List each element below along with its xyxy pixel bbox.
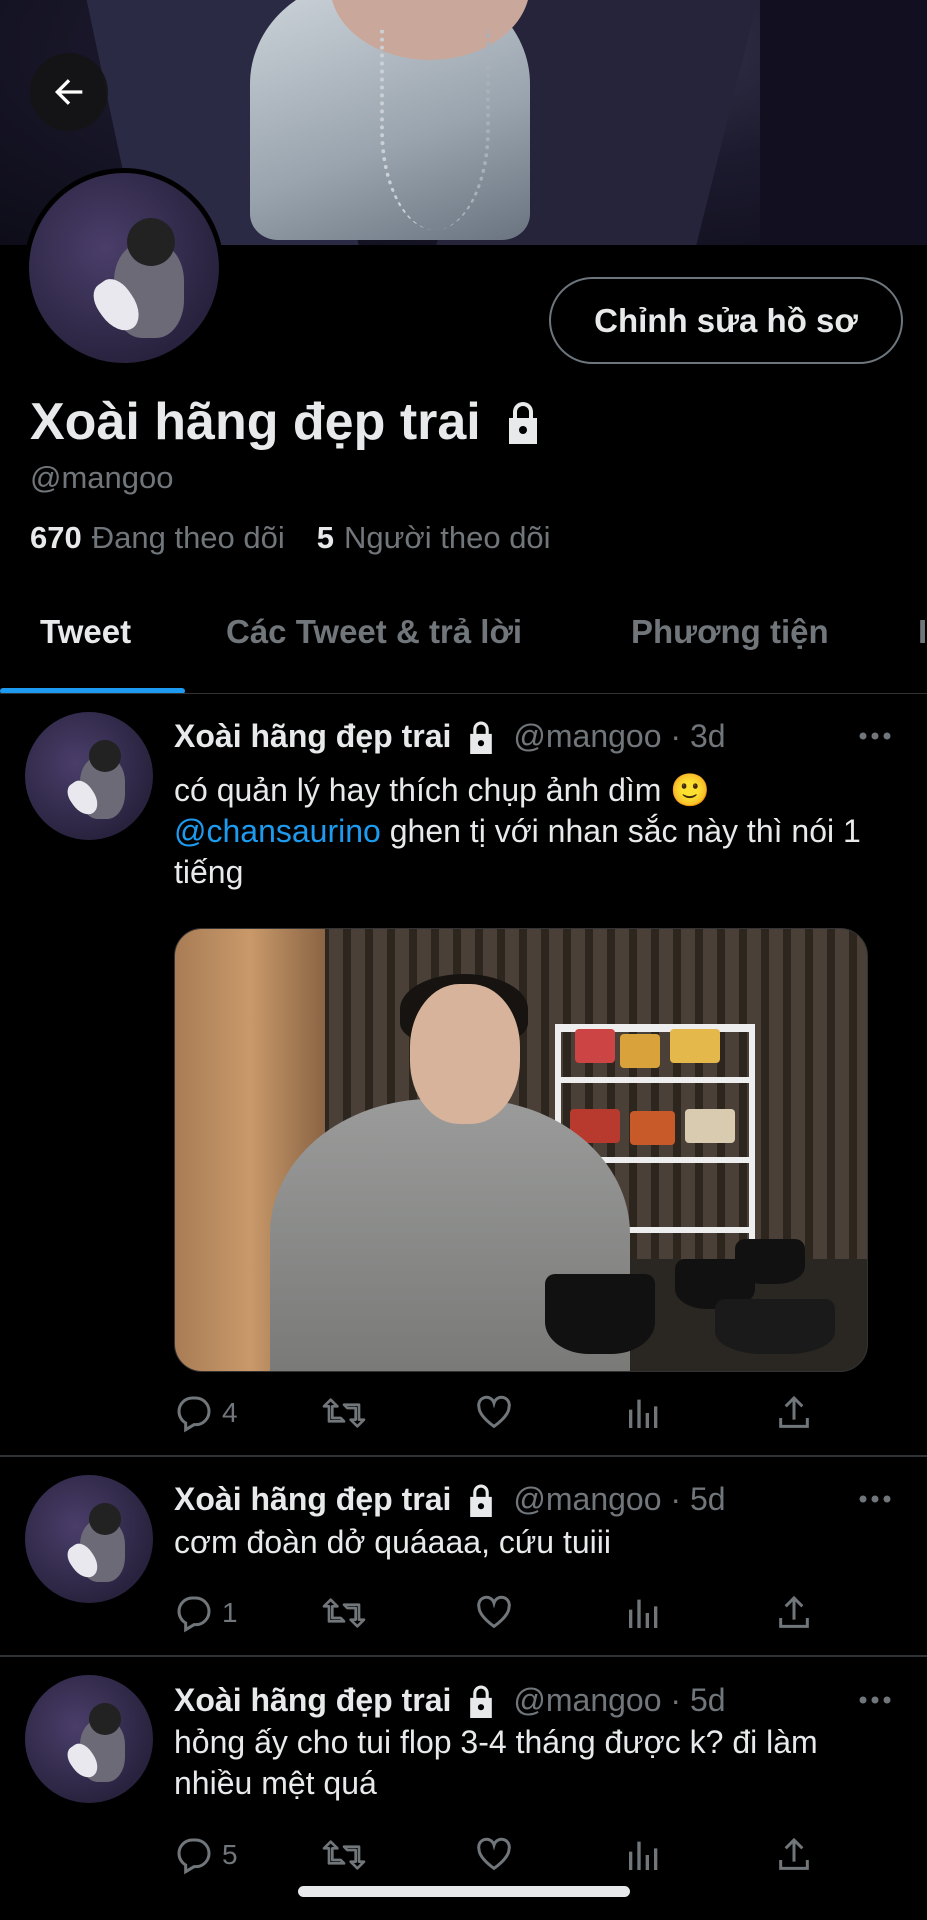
following-stat[interactable]: 670 Đang theo dõi (30, 520, 285, 556)
profile-tabs: Tweet Các Tweet & trả lời Phương tiện I (0, 595, 927, 695)
home-indicator[interactable] (298, 1886, 630, 1897)
followers-stat[interactable]: 5 Người theo dõi (317, 520, 551, 556)
reply-button[interactable]: 4 (174, 1393, 238, 1433)
like-icon (477, 1395, 511, 1429)
reply-count: 5 (222, 1839, 238, 1870)
share-button[interactable] (774, 1593, 814, 1633)
like-button[interactable] (474, 1593, 514, 1633)
tweet-author-name[interactable]: Xoài hãng đẹp trai (174, 1481, 451, 1518)
lock-icon (470, 1685, 493, 1718)
tweet-avatar[interactable] (25, 1675, 153, 1803)
retweet-button[interactable] (322, 1393, 366, 1433)
tweet-avatar[interactable] (25, 712, 153, 840)
more-icon[interactable] (858, 1690, 892, 1710)
views-icon (629, 1399, 658, 1428)
retweet-button[interactable] (322, 1835, 366, 1875)
tweet-divider (0, 1655, 927, 1657)
tweet-text-part: có quản lý hay thích chụp ảnh dìm 🙂 (174, 772, 711, 808)
display-name-text: Xoài hãng đẹp trai (30, 393, 481, 451)
tweet-meta: @mangoo · 3d (513, 718, 726, 754)
views-button[interactable] (624, 1835, 664, 1875)
tweet-divider (0, 1455, 927, 1457)
like-icon (477, 1595, 511, 1629)
retweet-icon (322, 1840, 366, 1870)
views-icon (629, 1599, 658, 1628)
reply-button[interactable]: 1 (174, 1593, 238, 1633)
tweet-author-name[interactable]: Xoài hãng đẹp trai (174, 718, 451, 755)
tweet-meta: @mangoo · 5d (513, 1682, 726, 1718)
retweet-icon (322, 1598, 366, 1628)
profile-handle: @mangoo (30, 460, 174, 495)
like-button[interactable] (474, 1393, 514, 1433)
tab-tweets[interactable]: Tweet (40, 613, 131, 651)
edit-profile-button[interactable]: Chỉnh sửa hồ sơ (549, 277, 903, 364)
reply-icon (177, 1396, 211, 1433)
tab-overflow[interactable]: I (918, 613, 927, 651)
mention-link[interactable]: @chansaurino (174, 813, 381, 849)
lock-icon (470, 1484, 493, 1517)
back-arrow-icon (55, 79, 83, 105)
tweet-avatar[interactable] (25, 1475, 153, 1603)
back-button[interactable] (30, 53, 108, 131)
reply-icon (177, 1838, 211, 1875)
share-icon (779, 1837, 809, 1870)
tweet-author-name[interactable]: Xoài hãng đẹp trai (174, 1682, 451, 1719)
display-name: Xoài hãng đẹp trai (30, 392, 543, 452)
tweet-header: Xoài hãng đẹp trai @mangoo · 5d (174, 1481, 726, 1518)
share-icon (779, 1395, 809, 1428)
more-icon[interactable] (858, 1489, 892, 1509)
more-icon[interactable] (858, 726, 892, 746)
tweet-header: Xoài hãng đẹp trai @mangoo · 3d (174, 718, 726, 755)
tweet-meta: @mangoo · 5d (513, 1481, 726, 1517)
tweet-actions: 1 (174, 1593, 814, 1637)
tweet-actions: 4 (174, 1393, 814, 1437)
tweet-media-image[interactable] (174, 928, 868, 1372)
views-icon (629, 1841, 658, 1870)
tab-media[interactable]: Phương tiện (631, 613, 829, 651)
tweet-actions: 5 (174, 1835, 814, 1879)
like-icon (477, 1837, 511, 1871)
retweet-icon (322, 1398, 366, 1428)
views-button[interactable] (624, 1393, 664, 1433)
lock-icon (470, 721, 493, 754)
retweet-button[interactable] (322, 1593, 366, 1633)
reply-count: 4 (222, 1397, 238, 1428)
like-button[interactable] (474, 1835, 514, 1875)
tab-tweets-replies[interactable]: Các Tweet & trả lời (226, 613, 522, 651)
share-icon (779, 1595, 809, 1628)
views-button[interactable] (624, 1593, 664, 1633)
profile-avatar[interactable] (24, 168, 224, 368)
reply-count: 1 (222, 1597, 238, 1628)
tweet-text: có quản lý hay thích chụp ảnh dìm 🙂 @cha… (174, 770, 894, 893)
lock-icon (508, 402, 537, 444)
tweet-text: hỏng ấy cho tui flop 3-4 tháng được k? đ… (174, 1724, 818, 1801)
reply-icon (177, 1596, 211, 1633)
share-button[interactable] (774, 1393, 814, 1433)
share-button[interactable] (774, 1835, 814, 1875)
reply-button[interactable]: 5 (174, 1835, 238, 1875)
follow-stats: 670 Đang theo dõi 5 Người theo dõi (30, 520, 551, 556)
tabs-divider (0, 693, 927, 694)
tweet-header: Xoài hãng đẹp trai @mangoo · 5d (174, 1682, 726, 1719)
tweet-text: cơm đoàn dở quáaaa, cứu tuiii (174, 1524, 611, 1560)
